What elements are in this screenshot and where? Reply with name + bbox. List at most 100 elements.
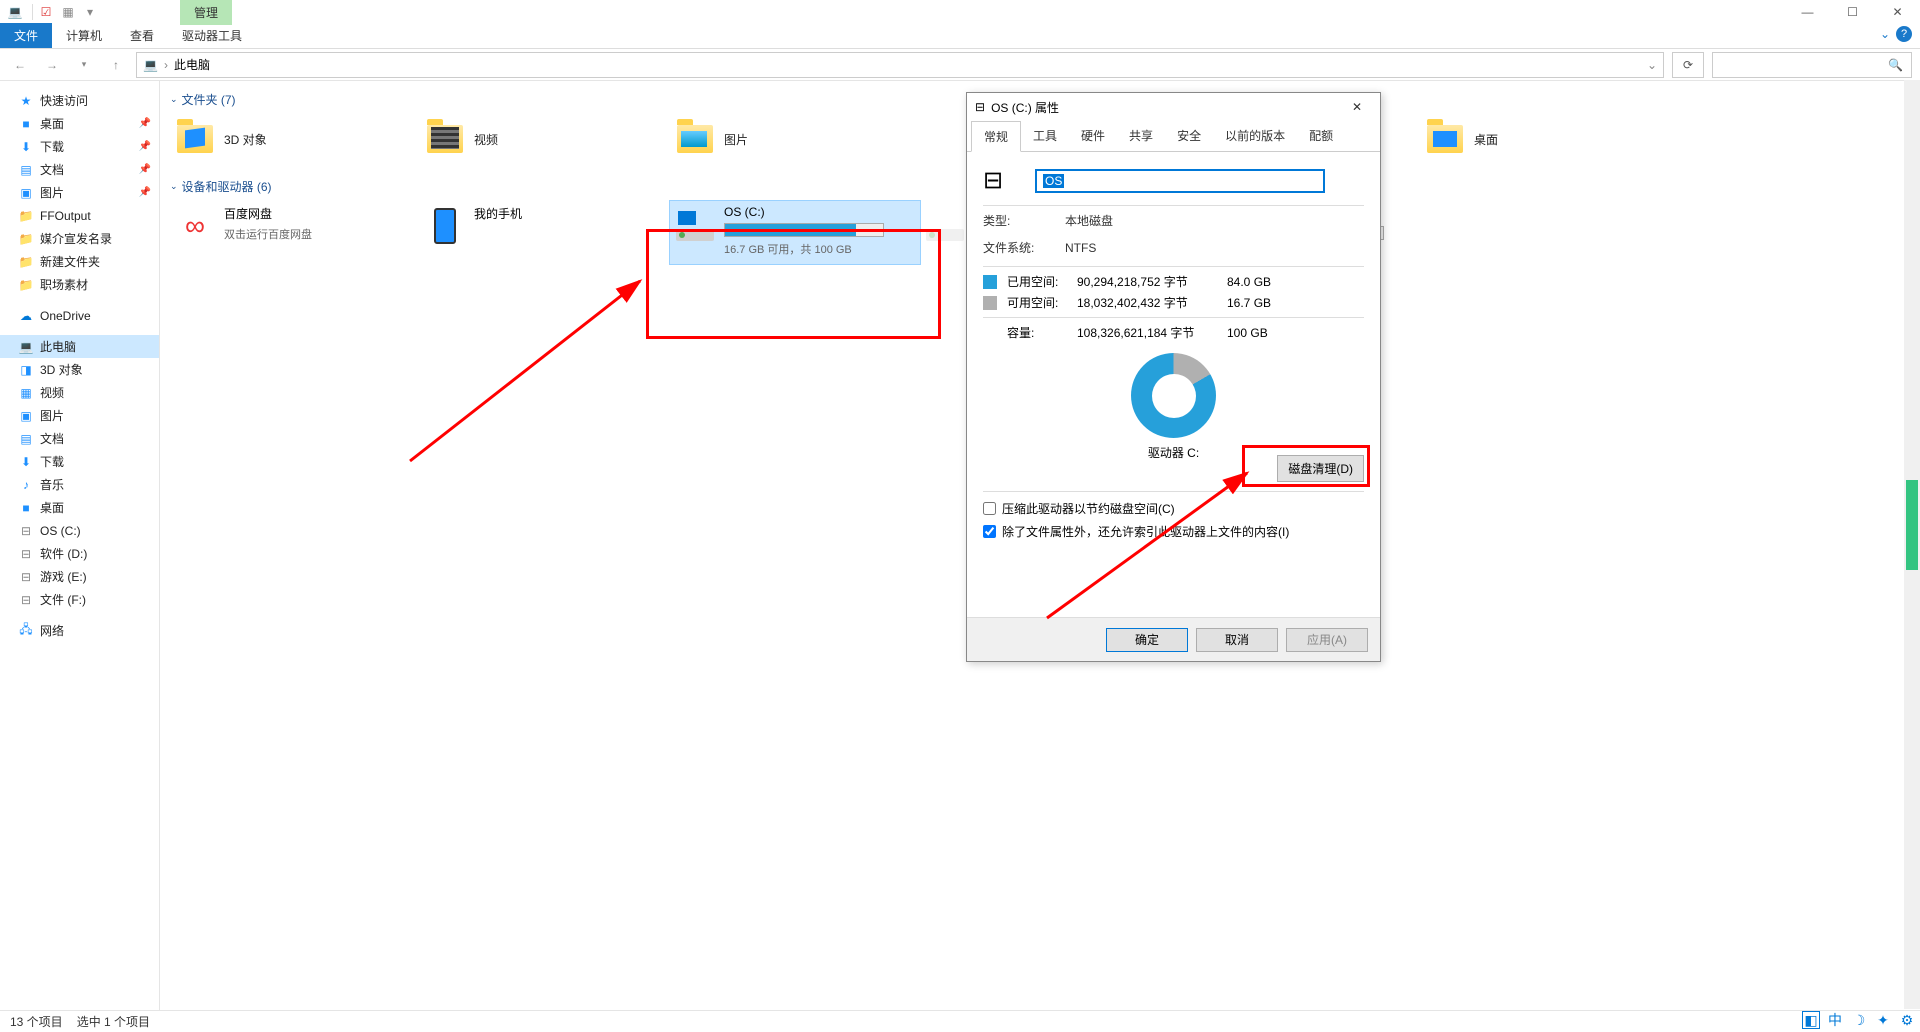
dialog-body: ⊟ OS 类型:本地磁盘 文件系统:NTFS 已用空间: 90,294,218,…: [967, 152, 1380, 618]
capacity-row: 容量: 108,326,621,184 字节 100 GB: [983, 324, 1364, 341]
tab-security[interactable]: 安全: [1165, 121, 1213, 151]
checkbox-label: 压缩此驱动器以节约磁盘空间(C): [1002, 500, 1175, 517]
nav-recent-icon[interactable]: ▾: [72, 59, 96, 70]
qat-properties-icon[interactable]: ▦: [59, 3, 77, 21]
ribbon-expand-icon[interactable]: ⌄: [1880, 27, 1890, 41]
sidebar-item-e[interactable]: ⊟游戏 (E:): [0, 565, 159, 588]
tab-sharing[interactable]: 共享: [1117, 121, 1165, 151]
cancel-button[interactable]: 取消: [1196, 628, 1278, 652]
qat-checkbox-icon[interactable]: ☑: [37, 3, 55, 21]
tab-hardware[interactable]: 硬件: [1069, 121, 1117, 151]
sidebar-item-f[interactable]: ⊟文件 (F:): [0, 588, 159, 611]
scrollbar[interactable]: [1904, 80, 1920, 1009]
sidebar-item-documents[interactable]: ▤文档📌: [0, 158, 159, 181]
checkbox-label: 除了文件属性外，还允许索引此驱动器上文件的内容(I): [1002, 523, 1289, 540]
tray-icon[interactable]: ⚙: [1898, 1011, 1916, 1029]
breadcrumb-location[interactable]: 此电脑: [174, 56, 210, 73]
tab-quota[interactable]: 配额: [1297, 121, 1345, 151]
sidebar-item-pictures[interactable]: ▣图片📌: [0, 181, 159, 204]
tray-icon[interactable]: ☽: [1850, 1011, 1868, 1029]
sidebar-item-osc[interactable]: ⊟OS (C:): [0, 519, 159, 542]
folder-icon: 📁: [18, 208, 34, 224]
fs-label: 文件系统:: [983, 239, 1053, 256]
sidebar-item-newfolder[interactable]: 📁新建文件夹: [0, 250, 159, 273]
breadcrumb-chevron-icon[interactable]: ›: [164, 58, 168, 72]
address-dropdown-icon[interactable]: ⌄: [1647, 58, 1657, 72]
drive-phone[interactable]: 我的手机: [420, 201, 670, 264]
sidebar-onedrive[interactable]: ☁ OneDrive: [0, 304, 159, 327]
sidebar-item-media[interactable]: 📁媒介宣发名录: [0, 227, 159, 250]
sidebar-network[interactable]: 🖧网络: [0, 619, 159, 642]
scrollbar-thumb[interactable]: [1906, 480, 1918, 570]
sidebar-item-3d[interactable]: ◨3D 对象: [0, 358, 159, 381]
nav-back-icon[interactable]: ←: [8, 58, 32, 72]
tray-icon[interactable]: 中: [1826, 1011, 1844, 1029]
drive-os-c[interactable]: OS (C:) 16.7 GB 可用，共 100 GB: [670, 201, 920, 264]
qat-dropdown-icon[interactable]: ▾: [81, 3, 99, 21]
help-icon[interactable]: ?: [1896, 26, 1912, 42]
sidebar-item-career[interactable]: 📁职场素材: [0, 273, 159, 296]
sidebar-item-documents2[interactable]: ▤文档: [0, 427, 159, 450]
sidebar-item-desktop2[interactable]: ■桌面: [0, 496, 159, 519]
tab-computer[interactable]: 计算机: [52, 23, 116, 48]
ribbon-tabs: 文件 计算机 查看 管理 驱动器工具: [0, 24, 1920, 48]
drive-name-input[interactable]: OS: [1035, 169, 1325, 193]
sidebar-item-desktop[interactable]: ■桌面📌: [0, 112, 159, 135]
sidebar-item-downloads2[interactable]: ⬇下载: [0, 450, 159, 473]
sidebar-item-ffoutput[interactable]: 📁FFOutput: [0, 204, 159, 227]
search-box[interactable]: 🔍: [1712, 52, 1912, 78]
window-controls: — ☐ ✕: [1785, 0, 1920, 24]
document-icon: ▤: [18, 162, 34, 178]
drive-icon: ⊟: [975, 100, 985, 114]
download-icon: ⬇: [18, 139, 34, 155]
folder-icon: 📁: [18, 254, 34, 270]
sidebar-thispc[interactable]: 💻此电脑: [0, 335, 159, 358]
tab-file[interactable]: 文件: [0, 23, 52, 48]
compress-checkbox-row[interactable]: 压缩此驱动器以节约磁盘空间(C): [983, 500, 1364, 517]
sidebar-item-music[interactable]: ♪音乐: [0, 473, 159, 496]
sidebar-item-d[interactable]: ⊟软件 (D:): [0, 542, 159, 565]
index-checkbox-row[interactable]: 除了文件属性外，还允许索引此驱动器上文件的内容(I): [983, 523, 1364, 540]
maximize-button[interactable]: ☐: [1830, 0, 1875, 24]
nav-up-icon[interactable]: ↑: [104, 58, 128, 72]
qat-thispc-icon[interactable]: 💻: [6, 3, 24, 21]
thispc-icon: 💻: [18, 339, 34, 355]
compress-checkbox[interactable]: [983, 502, 996, 515]
address-bar[interactable]: 💻 › 此电脑 ⌄: [136, 52, 1664, 78]
sidebar-label: 图片: [40, 184, 64, 201]
dialog-titlebar[interactable]: ⊟ OS (C:) 属性 ✕: [967, 93, 1380, 121]
nav-forward-icon[interactable]: →: [40, 58, 64, 72]
close-button[interactable]: ✕: [1875, 0, 1920, 24]
spacer: [983, 326, 997, 340]
capacity-bytes: 108,326,621,184 字节: [1077, 324, 1217, 341]
ok-button[interactable]: 确定: [1106, 628, 1188, 652]
tab-view[interactable]: 查看: [116, 23, 168, 48]
tab-tools[interactable]: 工具: [1021, 121, 1069, 151]
tray-icon[interactable]: ◧: [1802, 1011, 1820, 1029]
sidebar-quick-access[interactable]: ★ 快速访问: [0, 89, 159, 112]
tab-general[interactable]: 常规: [971, 121, 1021, 152]
sidebar-item-videos[interactable]: ▦视频: [0, 381, 159, 404]
sidebar-item-downloads[interactable]: ⬇下载📌: [0, 135, 159, 158]
type-label: 类型:: [983, 212, 1053, 229]
drive-baidu[interactable]: ∞ 百度网盘双击运行百度网盘: [170, 201, 420, 264]
folder-videos[interactable]: 视频: [420, 114, 670, 164]
used-color-swatch: [983, 275, 997, 289]
folder-pictures[interactable]: 图片: [670, 114, 920, 164]
folder-desktop[interactable]: 桌面: [1420, 114, 1670, 164]
index-checkbox[interactable]: [983, 525, 996, 538]
disk-cleanup-button[interactable]: 磁盘清理(D): [1277, 455, 1364, 482]
tab-drive-tools[interactable]: 驱动器工具: [168, 23, 256, 48]
sidebar-label: OneDrive: [40, 309, 91, 323]
tab-previous[interactable]: 以前的版本: [1213, 121, 1297, 151]
sidebar-item-pictures2[interactable]: ▣图片: [0, 404, 159, 427]
apply-button[interactable]: 应用(A): [1286, 628, 1368, 652]
tray-icon[interactable]: ✦: [1874, 1011, 1892, 1029]
dialog-close-button[interactable]: ✕: [1342, 100, 1372, 114]
drive-icon: [924, 205, 966, 247]
onedrive-icon: ☁: [18, 308, 34, 324]
minimize-button[interactable]: —: [1785, 0, 1830, 24]
folder-3d[interactable]: 3D 对象: [170, 114, 420, 164]
tab-manage[interactable]: 管理: [180, 0, 232, 25]
refresh-button[interactable]: ⟳: [1672, 52, 1704, 78]
